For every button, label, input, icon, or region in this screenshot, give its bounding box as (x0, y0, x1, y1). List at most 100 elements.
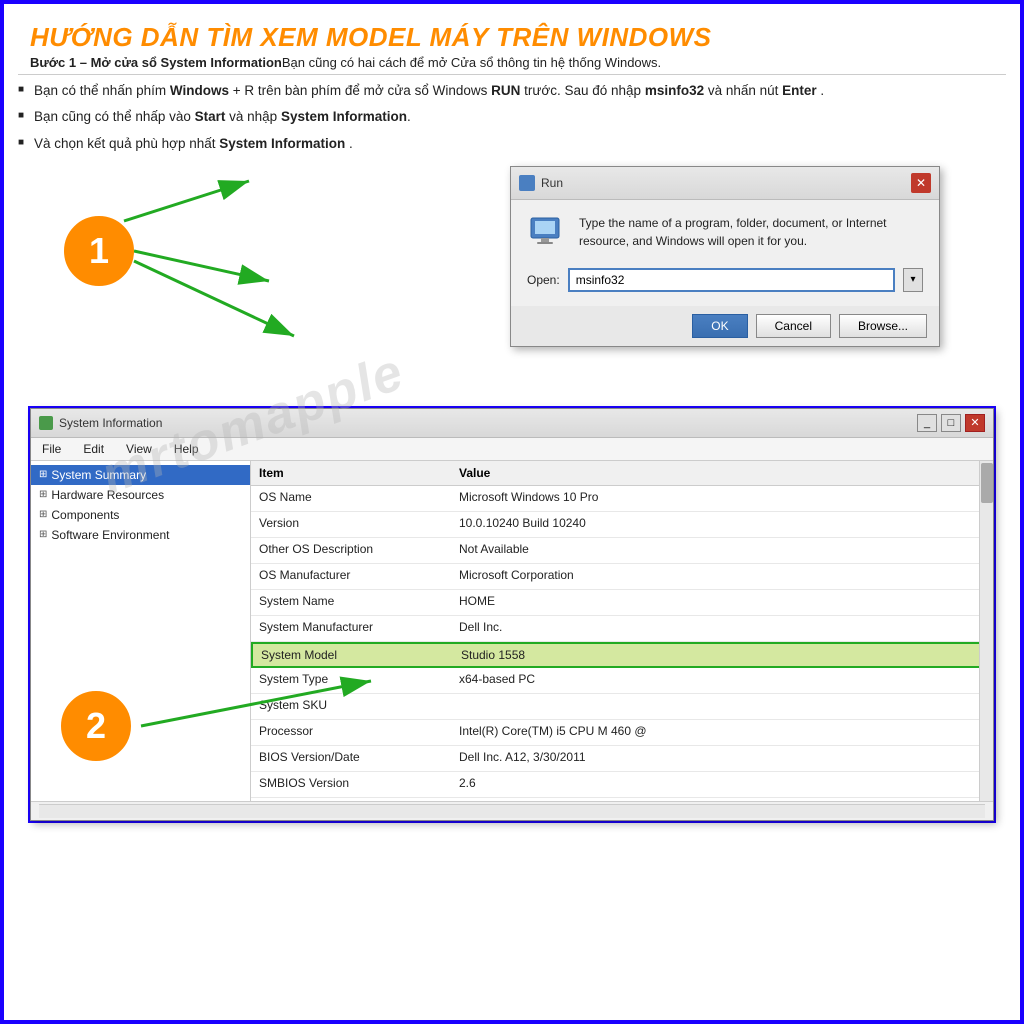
row-item: Embedded Controller Version (251, 798, 451, 801)
sysinfo-outer-border: System Information _ □ ✕ File Edit View … (28, 406, 996, 823)
row-value-model: Studio 1558 (453, 644, 991, 666)
row-value: HOME (451, 590, 993, 615)
scrollbar-thumb[interactable] (981, 463, 993, 503)
sysinfo-minimize-button[interactable]: _ (917, 414, 937, 432)
sidebar-item-system-summary[interactable]: ⊞ System Summary (31, 465, 250, 485)
row-item-model: System Model (253, 644, 453, 666)
menu-file[interactable]: File (39, 441, 64, 457)
sysinfo-main-area: Item Value OS Name Microsoft Windows 10 … (251, 461, 993, 801)
run-dialog-body: Type the name of a program, folder, docu… (511, 200, 939, 346)
row-value: Microsoft Corporation (451, 564, 993, 589)
row-value: Not Available (451, 538, 993, 563)
sysinfo-scrollbar[interactable] (979, 461, 993, 801)
run-dropdown-button[interactable]: ▾ (903, 268, 923, 292)
row-value (451, 694, 993, 719)
row-value: 10.0.10240 Build 10240 (451, 512, 993, 537)
row-item: SMBIOS Version (251, 772, 451, 797)
row-item: Version (251, 512, 451, 537)
col-header-value: Value (451, 464, 993, 482)
sidebar-item-hardware[interactable]: ⊞ Hardware Resources (31, 485, 250, 505)
run-open-input[interactable] (568, 268, 895, 292)
subtitle: Bước 1 – Mở cửa sổ System InformationBạn… (30, 55, 994, 70)
row-value: Intel(R) Core(TM) i5 CPU M 460 @ (451, 720, 993, 745)
row-value: Dell Inc. A12, 3/30/2011 (451, 746, 993, 771)
table-row: OS Manufacturer Microsoft Corporation (251, 564, 993, 590)
run-dialog: Run ✕ Type the name of a program, folder… (510, 166, 940, 347)
row-item: System Manufacturer (251, 616, 451, 641)
annotation-circle-1: 1 (64, 216, 134, 286)
sysinfo-sidebar: ⊞ System Summary ⊞ Hardware Resources ⊞ … (31, 461, 251, 801)
sidebar-item-label-software: Software Environment (51, 528, 169, 542)
menu-view[interactable]: View (123, 441, 155, 457)
run-dialog-titlebar: Run ✕ (511, 167, 939, 200)
run-section: 1 (4, 166, 1020, 406)
table-row: System Name HOME (251, 590, 993, 616)
table-row: System Manufacturer Dell Inc. (251, 616, 993, 642)
tree-expand-icon-sw: ⊞ (39, 529, 47, 540)
run-open-label: Open: (527, 273, 560, 287)
run-close-button[interactable]: ✕ (911, 173, 931, 193)
sysinfo-app-icon (39, 416, 53, 430)
run-title-label: Run (541, 176, 563, 190)
run-cancel-button[interactable]: Cancel (756, 314, 831, 338)
table-row: Processor Intel(R) Core(TM) i5 CPU M 460… (251, 720, 993, 746)
sysinfo-section: System Information _ □ ✕ File Edit View … (4, 406, 1020, 823)
sidebar-item-components[interactable]: ⊞ Components (31, 505, 250, 525)
tree-expand-icon-comp: ⊞ (39, 509, 47, 520)
row-value: Dell Inc. (451, 616, 993, 641)
annotation-circle-2: 2 (61, 691, 131, 761)
row-item: System SKU (251, 694, 451, 719)
sysinfo-horizontal-scrollbar[interactable] (39, 804, 985, 818)
page-title: HƯỚNG DẪN TÌM XEM MODEL MÁY TRÊN WINDOWS (30, 22, 994, 53)
table-row: System SKU (251, 694, 993, 720)
run-description-text: Type the name of a program, folder, docu… (579, 214, 923, 250)
run-buttons-row: OK Cancel Browse... (511, 306, 939, 346)
instruction-1: Bạn có thể nhấn phím Windows + R trên bà… (18, 81, 1006, 101)
row-item: BIOS Version/Date (251, 746, 451, 771)
sysinfo-statusbar (31, 801, 993, 820)
row-item: Other OS Description (251, 538, 451, 563)
subtitle-rest: Bạn cũng có hai cách để mở Cửa sổ thông … (282, 55, 661, 70)
instructions-list: Bạn có thể nhấn phím Windows + R trên bà… (18, 81, 1006, 154)
run-icon (519, 175, 535, 191)
sysinfo-maximize-button[interactable]: □ (941, 414, 961, 432)
run-open-row: Open: ▾ (527, 268, 923, 292)
sysinfo-close-button[interactable]: ✕ (965, 414, 985, 432)
sidebar-item-software[interactable]: ⊞ Software Environment (31, 525, 250, 545)
table-row: SMBIOS Version 2.6 (251, 772, 993, 798)
sysinfo-title-label: System Information (59, 416, 162, 430)
sysinfo-table-body: OS Name Microsoft Windows 10 Pro Version… (251, 486, 993, 801)
row-value: 255.255 (451, 798, 993, 801)
tree-expand-icon: ⊞ (39, 469, 47, 480)
sysinfo-dialog: System Information _ □ ✕ File Edit View … (30, 408, 994, 821)
table-row: BIOS Version/Date Dell Inc. A12, 3/30/20… (251, 746, 993, 772)
sysinfo-table-header: Item Value (251, 461, 993, 486)
row-item: Processor (251, 720, 451, 745)
table-row: Other OS Description Not Available (251, 538, 993, 564)
run-pc-icon (527, 214, 567, 254)
menu-help[interactable]: Help (171, 441, 202, 457)
row-value: Microsoft Windows 10 Pro (451, 486, 993, 511)
table-row: Version 10.0.10240 Build 10240 (251, 512, 993, 538)
instruction-2: Bạn cũng có thể nhấp vào Start và nhập S… (18, 107, 1006, 127)
run-ok-button[interactable]: OK (692, 314, 747, 338)
circle-2-label: 2 (86, 705, 106, 747)
run-browse-button[interactable]: Browse... (839, 314, 927, 338)
sysinfo-body: ⊞ System Summary ⊞ Hardware Resources ⊞ … (31, 461, 993, 801)
sidebar-item-label-components: Components (51, 508, 119, 522)
subtitle-bold: Bước 1 – Mở cửa sổ System Information (30, 55, 282, 70)
circle-1-label: 1 (89, 230, 109, 272)
table-row: System Type x64-based PC (251, 668, 993, 694)
sysinfo-window-buttons: _ □ ✕ (917, 414, 985, 432)
run-description: Type the name of a program, folder, docu… (527, 214, 923, 254)
instruction-3: Và chọn kết quả phù hợp nhất System Info… (18, 134, 1006, 154)
table-row-highlighted: System Model Studio 1558 (251, 642, 993, 668)
table-row: Embedded Controller Version 255.255 (251, 798, 993, 801)
table-row: OS Name Microsoft Windows 10 Pro (251, 486, 993, 512)
menu-edit[interactable]: Edit (80, 441, 107, 457)
col-header-item: Item (251, 464, 451, 482)
sidebar-item-label-hardware: Hardware Resources (51, 488, 164, 502)
row-item: OS Manufacturer (251, 564, 451, 589)
row-item: System Name (251, 590, 451, 615)
row-value: x64-based PC (451, 668, 993, 693)
